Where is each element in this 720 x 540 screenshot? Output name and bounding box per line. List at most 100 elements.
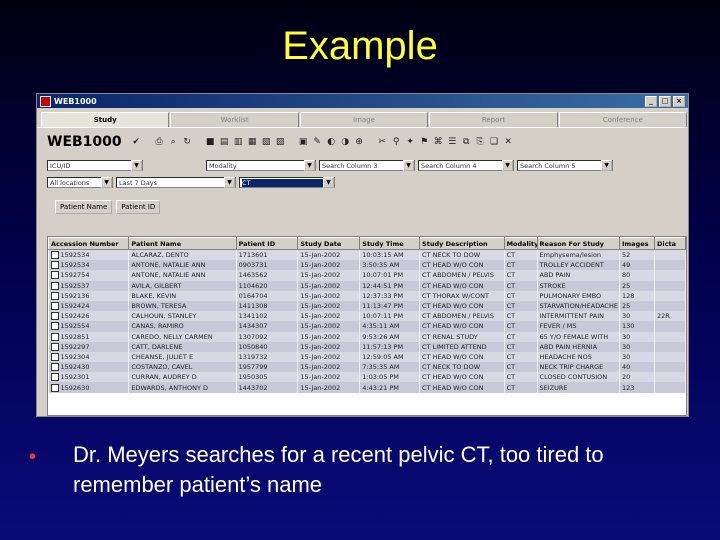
row-checkbox[interactable] <box>50 342 59 351</box>
search-buttons: Patient Name Patient ID <box>37 200 688 214</box>
minimize-button[interactable]: _ <box>645 95 657 107</box>
modality-dropdown[interactable]: CT ▼ <box>239 177 335 188</box>
table-cell: CT <box>504 351 538 363</box>
table-row[interactable]: 1592554 CANAS, RAMIRO 1434307 15-Jan-2002 4:… <box>48 321 686 332</box>
row-checkbox[interactable] <box>50 332 59 341</box>
column-header[interactable]: Study Description <box>419 237 505 250</box>
column-header[interactable]: Dicta <box>654 237 686 250</box>
tab-worklist[interactable]: Worklist <box>170 112 299 127</box>
maximize-button[interactable]: □ <box>659 95 671 107</box>
tab-study[interactable]: Study <box>41 112 170 127</box>
table-row[interactable]: 1592136 BLAKE, KEVIN 0164704 15-Jan-2002 12:… <box>48 290 686 301</box>
row-checkbox[interactable] <box>50 383 59 392</box>
tool2-icon[interactable]: ◐ <box>326 137 337 148</box>
row-checkbox[interactable] <box>50 261 59 270</box>
filter-dropdown-5[interactable]: Search Column 5 ▼ <box>517 160 613 171</box>
column-header[interactable]: Study Date <box>297 237 361 250</box>
table-cell: 7:35:35 AM <box>359 362 421 373</box>
date-range-dropdown[interactable]: Last 7 Days ▼ <box>116 177 236 188</box>
close-button[interactable]: × <box>673 95 685 107</box>
tool3-icon[interactable]: ◑ <box>340 137 351 148</box>
table-cell <box>654 351 686 363</box>
find-icon[interactable]: ⌕ <box>168 137 179 148</box>
table-cell: 1104620 <box>236 280 299 291</box>
tool9-icon[interactable]: ⌘ <box>433 137 444 148</box>
table-row[interactable]: 1592754 ANTONE, NATALIE ANN 1463562 15-Jan-… <box>48 270 686 281</box>
tool1-icon[interactable]: ✎ <box>312 137 323 148</box>
filter-dropdown-2[interactable]: Modality ▼ <box>206 160 316 171</box>
monitor-icon[interactable]: ▣ <box>298 137 309 148</box>
check-icon[interactable]: ✔ <box>131 137 142 148</box>
print-icon[interactable]: ⎙ <box>154 137 165 148</box>
tool5-icon[interactable]: ✂ <box>377 137 388 148</box>
row-checkbox[interactable] <box>50 352 59 361</box>
table-row[interactable]: 1592537 AVILA, GILBERT 1104620 15-Jan-2002 1… <box>48 280 686 291</box>
table-cell-accession: 1592424 <box>48 300 130 312</box>
layout5-icon[interactable]: ▧ <box>261 137 272 148</box>
table-cell: SEIZURE <box>537 382 620 393</box>
table-row[interactable]: 1592630 EDWARDS, ANTHONY D 1443702 15-Jan-2… <box>48 382 686 393</box>
row-checkbox[interactable] <box>50 251 59 260</box>
tool7-icon[interactable]: ✦ <box>405 137 416 148</box>
tool6-icon[interactable]: ⚲ <box>391 137 402 148</box>
layout2-icon[interactable]: ▤ <box>219 137 230 148</box>
table-cell: FEVER / MS <box>537 321 620 332</box>
table-row[interactable]: 1592430 COSTANZO, CAVEL 1957799 15-Jan-2002… <box>48 362 686 373</box>
table-cell: 1592430 <box>60 363 90 372</box>
tab-image[interactable]: Image <box>299 112 429 127</box>
table-row[interactable]: 1592851 CAREDO, NELLY CARMEN 1307092 15-Jan… <box>48 331 686 342</box>
column-header[interactable]: Reason For Study <box>536 237 620 250</box>
table-cell <box>654 300 686 312</box>
layout3-icon[interactable]: ▥ <box>233 137 244 148</box>
row-checkbox[interactable] <box>50 322 59 331</box>
column-header[interactable]: Images <box>618 237 656 250</box>
table-cell: 15-Jan-2002 <box>297 362 361 373</box>
column-header[interactable]: Study Time <box>359 237 421 250</box>
layout6-icon[interactable]: ▨ <box>275 137 286 148</box>
table-cell: 130 <box>619 321 656 332</box>
table-row[interactable]: 1592534 ALCARAZ, DENTO 1713601 15-Jan-2002 1… <box>48 249 686 261</box>
table-cell: 15-Jan-2002 <box>297 311 361 322</box>
patient-id-button[interactable]: Patient ID <box>116 200 161 214</box>
table-row[interactable]: 1592301 CURRAN, AUDREY D 1950305 15-Jan-200… <box>48 372 686 383</box>
table-cell: 1592426 <box>60 312 90 321</box>
table-cell: 1592424 <box>60 302 90 311</box>
tool8-icon[interactable]: ⚑ <box>419 137 430 148</box>
row-checkbox[interactable] <box>50 312 59 321</box>
table-row[interactable]: 1592534 ANTONE, NATALIE ANN 0903731 15-Jan-… <box>48 260 686 271</box>
row-checkbox[interactable] <box>50 281 59 290</box>
column-header[interactable]: Accession Number <box>48 237 130 250</box>
table-row[interactable]: 1592304 CHEANSE, JULIET E 1319732 15-Jan-20… <box>48 351 686 363</box>
row-checkbox[interactable] <box>50 302 59 311</box>
row-checkbox[interactable] <box>50 373 59 382</box>
tool10-icon[interactable]: ☰ <box>447 137 458 148</box>
layout1-icon[interactable]: ■ <box>205 137 216 148</box>
row-checkbox[interactable] <box>50 271 59 280</box>
column-header[interactable]: Patient ID <box>235 237 299 250</box>
refresh-icon[interactable]: ↻ <box>182 137 193 148</box>
table-cell: CT <box>504 362 538 373</box>
row-checkbox[interactable] <box>50 291 59 300</box>
tab-report[interactable]: Report <box>429 112 558 127</box>
filter-dropdown-4[interactable]: Search Column 4 ▼ <box>418 160 514 171</box>
row-checkbox[interactable] <box>50 363 59 372</box>
tab-conference[interactable]: Conference <box>558 112 688 127</box>
filter-dropdown-3[interactable]: Search Column 3 ▼ <box>319 160 415 171</box>
layout4-icon[interactable]: ▦ <box>247 137 258 148</box>
close-icon[interactable]: ✕ <box>503 137 514 148</box>
tool12-icon[interactable]: ⎘ <box>475 137 486 148</box>
table-cell-accession: 1592430 <box>48 362 130 373</box>
patient-name-button[interactable]: Patient Name <box>55 200 113 214</box>
column-header[interactable]: Modality <box>503 237 538 250</box>
table-row[interactable]: 1592297 CATT, DARLENE 1050840 15-Jan-2002 11… <box>48 341 686 352</box>
tool4-icon[interactable]: ⊕ <box>354 137 365 148</box>
table-cell-accession: 1592136 <box>48 290 130 301</box>
tool11-icon[interactable]: ⧉ <box>461 137 472 148</box>
table-row[interactable]: 1592426 CALHOUN, STANLEY 1341102 15-Jan-200… <box>48 311 686 322</box>
filter-dropdown-1[interactable]: ICU/ID ▼ <box>47 160 143 171</box>
location-dropdown[interactable]: All locations ▼ <box>47 177 113 188</box>
books-icon[interactable]: ❏ <box>489 137 500 148</box>
table-row[interactable]: 1592424 BROWN, TERESA 1411308 15-Jan-2002 11… <box>48 300 686 312</box>
column-header[interactable]: Patient Name <box>128 237 237 250</box>
table-cell: CT HEAD W/O CON <box>419 382 505 393</box>
